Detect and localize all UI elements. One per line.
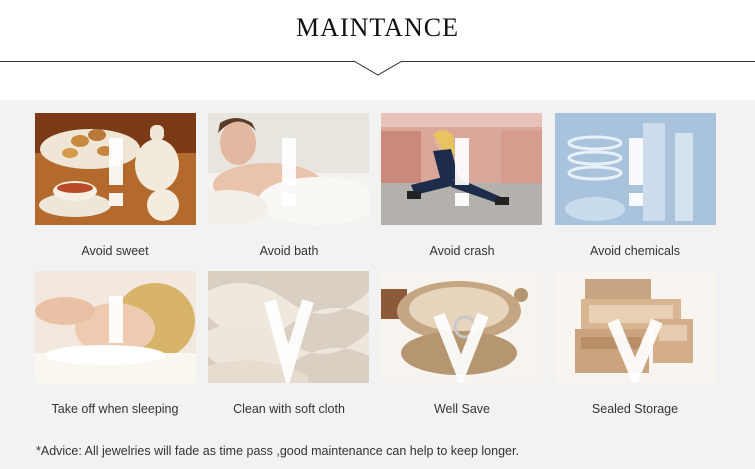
caption-well-save: Well Save	[433, 402, 491, 416]
caption-avoid-sweet: Avoid sweet	[81, 244, 149, 258]
advice-text: *Advice: All jewelries will fade as time…	[36, 444, 519, 458]
caption-clean-with-soft-cloth: Clean with soft cloth	[233, 402, 345, 416]
header: MAINTANCE	[0, 0, 755, 100]
caption-avoid-bath: Avoid bath	[259, 244, 319, 258]
silk-cloth-photo	[208, 271, 369, 383]
caption-sealed-storage: Sealed Storage	[591, 402, 679, 416]
sleeping-woman-photo	[35, 271, 196, 383]
laboratory-glassware-photo	[555, 113, 716, 225]
page-title: MAINTANCE	[296, 13, 459, 42]
caption-take-off-when-sleeping: Take off when sleeping	[51, 402, 179, 416]
ring-box-photo	[381, 271, 542, 383]
caption-avoid-crash: Avoid crash	[429, 244, 495, 258]
tea-and-pastries-photo	[35, 113, 196, 225]
chevron-down-icon	[354, 60, 402, 76]
jewelry-case-photo	[555, 271, 716, 383]
stretching-athlete-photo	[381, 113, 542, 225]
bathing-woman-photo	[208, 113, 369, 225]
caption-avoid-chemicals: Avoid chemicals	[589, 244, 681, 258]
